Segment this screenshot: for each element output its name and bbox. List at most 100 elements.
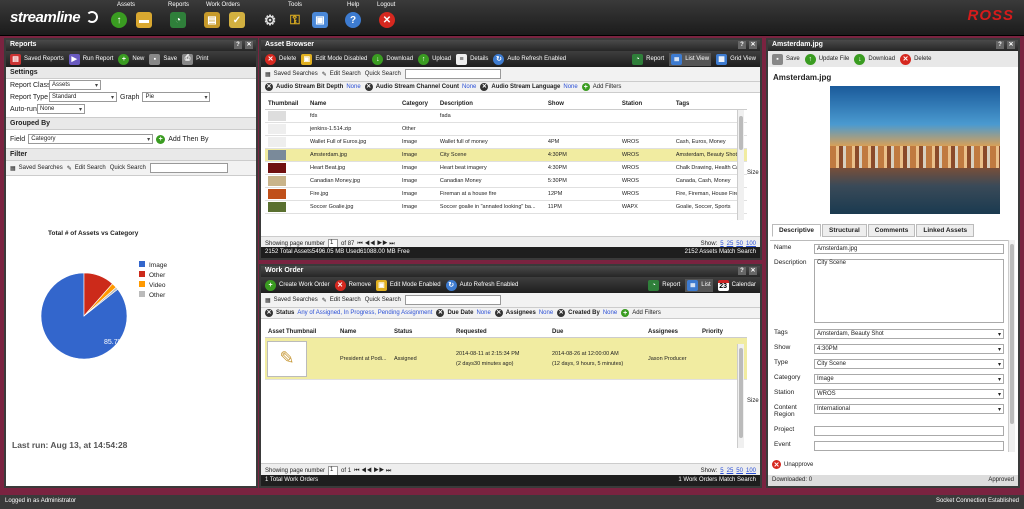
quick-search-input[interactable] xyxy=(404,69,501,79)
run-report-button[interactable]: ▶ Run Report xyxy=(68,53,113,65)
tab-comments[interactable]: Comments xyxy=(867,224,916,237)
checklist-icon[interactable]: ✓ xyxy=(229,12,245,28)
create-work-order-button[interactable]: + Create Work Order xyxy=(265,279,330,291)
table-row[interactable]: ✎ President at Podi... Assigned 2014-08-… xyxy=(265,337,747,380)
edit-search-button[interactable]: ✎ Edit Search xyxy=(322,71,361,78)
add-filters-button[interactable]: + Add Filters xyxy=(581,83,621,91)
remove-filter-icon[interactable]: ✕ xyxy=(265,309,273,317)
content-region-field[interactable]: International xyxy=(814,404,1004,414)
help-icon[interactable]: ? xyxy=(738,267,746,275)
column-header[interactable]: Requested xyxy=(453,327,549,338)
remove-button[interactable]: ✕ Remove xyxy=(334,279,371,291)
column-header[interactable]: Due xyxy=(549,327,645,338)
page-size-option[interactable]: 5 xyxy=(720,468,723,474)
table-row[interactable]: Canadian Money.jpg Image Canadian Money 5:3… xyxy=(265,174,747,188)
close-icon[interactable]: ✕ xyxy=(749,41,757,49)
edit-search-button[interactable]: ✎ Edit Search xyxy=(322,297,361,304)
help-icon[interactable]: ? xyxy=(234,41,242,49)
event-field[interactable] xyxy=(814,441,1004,451)
asset-table-scrollbar[interactable] xyxy=(737,110,744,220)
column-header[interactable]: Assignees xyxy=(645,327,699,338)
new-report-button[interactable]: + New xyxy=(118,53,144,65)
remove-filter-icon[interactable]: ✕ xyxy=(480,83,489,91)
remove-filter-icon[interactable]: ✕ xyxy=(557,309,566,317)
auto-refresh-button[interactable]: ↻ Auto Refresh Enabled xyxy=(493,53,566,65)
table-row[interactable]: Wallet Full of Euros.jpg Image Wallet full… xyxy=(265,135,747,149)
download-button[interactable]: ↓ Download xyxy=(372,53,413,65)
filter-chip[interactable]: ✕ Assignees None xyxy=(494,309,553,317)
page-size-option[interactable]: 25 xyxy=(727,468,734,474)
edit-mode-button[interactable]: ▣ Edit Mode Disabled xyxy=(301,53,367,65)
quick-search-input[interactable] xyxy=(404,295,501,305)
key-icon[interactable]: ⚿ xyxy=(287,12,303,28)
column-header[interactable]: Name xyxy=(306,99,399,110)
tab-structural[interactable]: Structural xyxy=(822,224,867,237)
name-field[interactable]: Amsterdam.jpg xyxy=(814,244,1004,254)
logout-icon[interactable]: ✕ xyxy=(379,12,395,28)
station-field[interactable]: WROS xyxy=(814,389,1004,399)
calendar-button[interactable]: 23 Calendar xyxy=(717,279,756,291)
windows-icon[interactable]: ▣ xyxy=(312,12,328,28)
report-class-select[interactable]: Assets xyxy=(49,80,101,90)
work-order-scrollbar[interactable] xyxy=(737,344,744,448)
delete-button[interactable]: ✕ Delete xyxy=(265,53,296,65)
show-field[interactable]: 4:30PM xyxy=(814,344,1004,354)
save-report-button[interactable]: ▪ Save xyxy=(149,53,177,65)
filter-chip[interactable]: ✕ Audio Stream Bit Depth None xyxy=(265,83,361,91)
tab-descriptive[interactable]: Descriptive xyxy=(772,224,822,237)
column-header[interactable]: Thumbnail xyxy=(265,99,307,110)
report-chart-icon[interactable]: ◔ xyxy=(170,12,186,28)
saved-reports-button[interactable]: ▤ Saved Reports xyxy=(10,53,64,65)
table-row[interactable]: jenkins-1.514.zip Other xyxy=(265,122,747,136)
filter-chip[interactable]: ✕ Audio Stream Language None xyxy=(480,83,578,91)
column-header[interactable]: Description xyxy=(436,99,545,110)
autorun-select[interactable]: None xyxy=(37,104,85,114)
report-button[interactable]: ◔ Report xyxy=(632,53,664,65)
grid-view-button[interactable]: ▦ Grid View xyxy=(716,53,756,65)
table-row[interactable]: Amsterdam.jpg Image City Scene 4:30PM WROS Am… xyxy=(265,148,747,162)
column-header[interactable]: Priority xyxy=(699,327,747,338)
type-field[interactable]: City Scene xyxy=(814,359,1004,369)
close-icon[interactable]: ✕ xyxy=(245,41,253,49)
gear-icon[interactable]: ⚙ xyxy=(262,12,278,28)
remove-filter-icon[interactable]: ✕ xyxy=(265,83,273,91)
help-icon[interactable]: ? xyxy=(996,41,1004,49)
pager-nav-icons[interactable]: ⏮ ◀◀ ▶▶ ⏭ xyxy=(354,468,391,475)
edit-mode-button[interactable]: ▣ Edit Mode Enabled xyxy=(375,279,441,291)
field-select[interactable]: Category xyxy=(28,134,154,144)
description-field[interactable]: City Scene xyxy=(814,259,1004,323)
help-icon[interactable]: ? xyxy=(345,12,361,28)
auto-refresh-button[interactable]: ↻ Auto Refresh Enabled xyxy=(445,279,518,291)
filter-chip[interactable]: ✕ Status Any of Assigned, In Progress, Pen… xyxy=(265,309,432,317)
upload-icon[interactable]: ↑ xyxy=(111,12,127,28)
graph-select[interactable]: Pie xyxy=(142,92,211,102)
close-icon[interactable]: ✕ xyxy=(1007,41,1015,49)
column-header[interactable]: Station xyxy=(618,99,673,110)
table-row[interactable]: Fire.jpg Image Fireman at a house fire 12PM… xyxy=(265,187,747,201)
column-header[interactable]: Name xyxy=(337,327,391,338)
report-type-select[interactable]: Standard xyxy=(49,92,117,102)
filter-chip[interactable]: ✕ Audio Stream Channel Count None xyxy=(364,83,476,91)
scrollbar-thumb[interactable] xyxy=(739,348,743,438)
saved-searches-button[interactable]: ▦ Saved Searches xyxy=(265,297,318,304)
table-row[interactable]: fds fada xyxy=(265,109,747,123)
column-header[interactable]: Show xyxy=(544,99,619,110)
unapprove-button[interactable]: ✕ Unapprove xyxy=(772,460,813,469)
close-icon[interactable]: ✕ xyxy=(749,267,757,275)
remove-filter-icon[interactable]: ✕ xyxy=(436,309,445,317)
delete-button[interactable]: ✕ Delete xyxy=(900,53,931,65)
remove-filter-icon[interactable]: ✕ xyxy=(364,83,373,91)
print-report-button[interactable]: ⎙ Print xyxy=(182,53,208,65)
detail-scrollbar[interactable] xyxy=(1008,240,1015,452)
table-row[interactable]: Heart Beat.jpg Image Heart beat imagery 4:3… xyxy=(265,161,747,175)
saved-searches-button[interactable]: ▦ Saved Searches xyxy=(265,71,318,78)
saved-searches-button[interactable]: ▦ Saved Searches xyxy=(10,165,63,172)
edit-search-button[interactable]: ✎ Edit Search xyxy=(67,165,106,172)
filter-chip[interactable]: ✕ Due Date None xyxy=(436,309,491,317)
column-header[interactable]: Tags xyxy=(672,99,747,110)
details-button[interactable]: ≡ Details xyxy=(456,53,488,65)
page-size-option[interactable]: 50 xyxy=(736,468,743,474)
save-button[interactable]: ▪ Save xyxy=(772,53,800,65)
help-icon[interactable]: ? xyxy=(738,41,746,49)
column-header[interactable]: Asset Thumbnail xyxy=(265,327,337,338)
